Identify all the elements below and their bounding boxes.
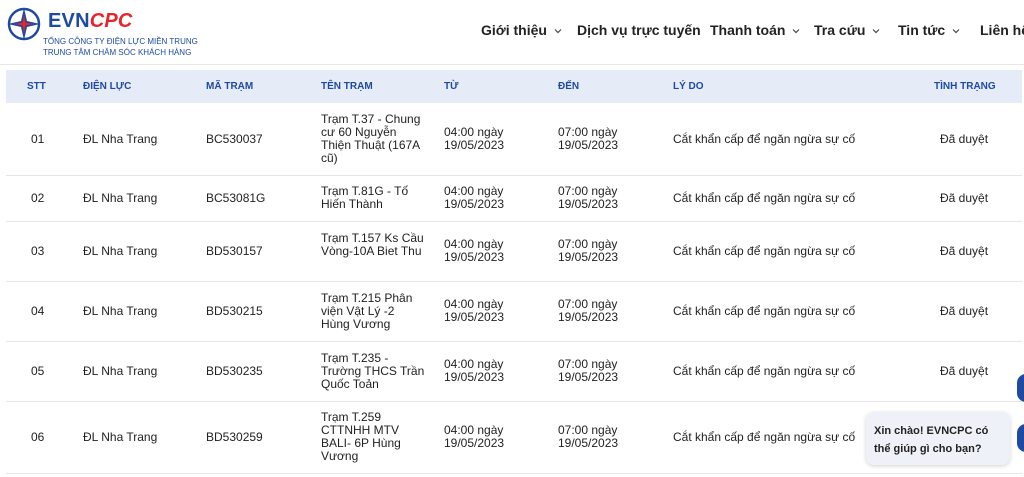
header-stt: STT <box>27 81 46 92</box>
cell-ma-tram: BD530215 <box>206 304 263 318</box>
cell-tu: 04:00 ngày 19/05/2023 <box>444 237 505 264</box>
cell-tinh-trang: Đã duyệt <box>940 132 989 146</box>
cell-ma-tram: BD530235 <box>206 364 263 378</box>
cell-tinh-trang: Đã duyệt <box>940 191 989 205</box>
logo-subtitle-2: TRUNG TÂM CHĂM SÓC KHÁCH HÀNG <box>43 48 192 57</box>
header-ten-tram: TÊN TRẠM <box>321 81 373 92</box>
cell-ma-tram: BD530157 <box>206 244 263 258</box>
header-tu: TỪ <box>444 81 459 92</box>
cell-dien-luc: ĐL Nha Trang <box>83 430 158 444</box>
nav-gioi-thieu[interactable]: Giới thiệu <box>481 22 563 38</box>
nav-label: Giới thiệu <box>481 22 547 38</box>
cell-dien-luc: ĐL Nha Trang <box>83 132 158 146</box>
header-den: ĐẾN <box>558 81 580 92</box>
cell-den: 07:00 ngày 19/05/2023 <box>558 297 619 324</box>
chat-greeting-bubble[interactable]: Xin chào! EVNCPC có thể giúp gì cho bạn? <box>866 412 1010 465</box>
cell-tu: 04:00 ngày 19/05/2023 <box>444 297 505 324</box>
table-row: 03 ĐL Nha Trang BD530157 Trạm T.157 Ks C… <box>6 222 1022 282</box>
cell-ly-do: Cắt khẩn cấp để ngăn ngừa sự cố <box>673 364 856 378</box>
cell-den: 07:00 ngày 19/05/2023 <box>558 184 619 211</box>
floating-action-button[interactable] <box>1017 424 1024 452</box>
cell-ly-do: Cắt khẩn cấp để ngăn ngừa sự cố <box>673 244 856 258</box>
cell-dien-luc: ĐL Nha Trang <box>83 364 158 378</box>
table-row: 02 ĐL Nha Trang BC53081G Trạm T.81G - Tố… <box>6 176 1022 222</box>
cell-stt: 02 <box>31 191 45 205</box>
nav-thanh-toan[interactable]: Thanh toán <box>710 22 801 38</box>
cell-ten-tram: Trạm T.37 - Chung cư 60 Nguyễn Thiện Thu… <box>321 112 421 165</box>
cell-ten-tram: Trạm T.215 Phân viện Vật Lý -2 Hùng Vươn… <box>321 291 413 331</box>
cell-ly-do: Cắt khẩn cấp để ngăn ngừa sự cố <box>673 191 856 205</box>
cell-den: 07:00 ngày 19/05/2023 <box>558 357 619 384</box>
site-header: EVNCPC TỔNG CÔNG TY ĐIỆN LỰC MIỀN TRUNG … <box>0 0 1024 64</box>
nav-label: Thanh toán <box>710 22 786 38</box>
header-ly-do: LÝ DO <box>673 81 704 92</box>
logo-evn: EVN <box>48 10 90 32</box>
cell-stt: 05 <box>31 364 45 378</box>
cell-tinh-trang: Đã duyệt <box>940 304 989 318</box>
cell-ma-tram: BD530259 <box>206 430 263 444</box>
cell-tinh-trang: Đã duyệt <box>940 364 989 378</box>
table-row: 04 ĐL Nha Trang BD530215 Trạm T.215 Phân… <box>6 282 1022 342</box>
cell-den: 07:00 ngày 19/05/2023 <box>558 237 619 264</box>
nav-label: Dịch vụ trực tuyến <box>577 22 701 38</box>
cell-ten-tram: Trạm T.235 - Trường THCS Trần Quốc Toản <box>321 351 425 391</box>
cell-den: 07:00 ngày 19/05/2023 <box>558 423 619 450</box>
floating-action-button[interactable] <box>1017 374 1024 402</box>
cell-tu: 04:00 ngày 19/05/2023 <box>444 423 505 450</box>
nav-label: Tra cứu <box>814 22 866 38</box>
cell-ten-tram: Trạm T.81G - Tố Hiến Thành <box>321 184 409 211</box>
cell-ma-tram: BC530037 <box>206 132 263 146</box>
header-dien-luc: ĐIỆN LỰC <box>83 81 132 92</box>
chevron-down-icon <box>872 29 880 34</box>
cell-tu: 04:00 ngày 19/05/2023 <box>444 125 505 152</box>
header-tinh-trang: TÌNH TRẠNG <box>934 81 996 92</box>
nav-lien-he[interactable]: Liên hệ <box>980 22 1024 38</box>
table-row: 05 ĐL Nha Trang BD530235 Trạm T.235 - Tr… <box>6 342 1022 402</box>
chevron-down-icon <box>554 29 562 34</box>
chat-message: Xin chào! EVNCPC có thể giúp gì cho bạn? <box>874 425 989 455</box>
nav-tin-tuc[interactable]: Tin tức <box>898 22 961 38</box>
cell-ma-tram: BC53081G <box>206 191 266 205</box>
cell-dien-luc: ĐL Nha Trang <box>83 191 158 205</box>
nav-label: Liên hệ <box>980 22 1024 38</box>
cell-ly-do: Cắt khẩn cấp để ngăn ngừa sự cố <box>673 304 856 318</box>
nav-tra-cuu[interactable]: Tra cứu <box>814 22 881 38</box>
chevron-down-icon <box>793 29 800 34</box>
table-header-row: STT ĐIỆN LỰC MÃ TRẠM TÊN TRẠM TỪ ĐẾN LÝ … <box>6 70 1022 103</box>
nav-dich-vu-truc-tuyen[interactable]: Dịch vụ trực tuyến <box>577 22 701 38</box>
cell-stt: 01 <box>31 132 45 146</box>
chevron-down-icon <box>952 29 960 34</box>
cell-stt: 06 <box>31 430 45 444</box>
cell-den: 07:00 ngày 19/05/2023 <box>558 125 619 152</box>
cell-tinh-trang: Đã duyệt <box>940 244 989 258</box>
cell-ten-tram: Trạm T.157 Ks Cầu Vòng-10A Biet Thu <box>321 231 424 258</box>
cell-dien-luc: ĐL Nha Trang <box>83 304 158 318</box>
evncpc-logo[interactable]: EVNCPC TỔNG CÔNG TY ĐIỆN LỰC MIỀN TRUNG … <box>6 4 206 60</box>
logo-cpc: CPC <box>89 10 133 32</box>
cell-ly-do: Cắt khẩn cấp để ngăn ngừa sự cố <box>673 132 856 146</box>
evn-star-icon <box>7 7 41 41</box>
header-ma-tram: MÃ TRẠM <box>206 81 254 92</box>
cell-ten-tram: Trạm T.259 CTTNHH MTV BALI- 6P Hùng Vươn… <box>321 410 401 463</box>
cell-stt: 03 <box>31 244 45 258</box>
cell-tu: 04:00 ngày 19/05/2023 <box>444 357 505 384</box>
cell-ly-do: Cắt khẩn cấp để ngăn ngừa sự cố <box>673 430 856 444</box>
table-row: 01 ĐL Nha Trang BC530037 Trạm T.37 - Chu… <box>6 104 1022 176</box>
logo-subtitle-1: TỔNG CÔNG TY ĐIỆN LỰC MIỀN TRUNG <box>43 37 198 46</box>
cell-stt: 04 <box>31 304 45 318</box>
nav-label: Tin tức <box>898 22 946 38</box>
cell-dien-luc: ĐL Nha Trang <box>83 244 158 258</box>
logo-wordmark: EVNCPC <box>48 10 133 33</box>
cell-tu: 04:00 ngày 19/05/2023 <box>444 184 505 211</box>
